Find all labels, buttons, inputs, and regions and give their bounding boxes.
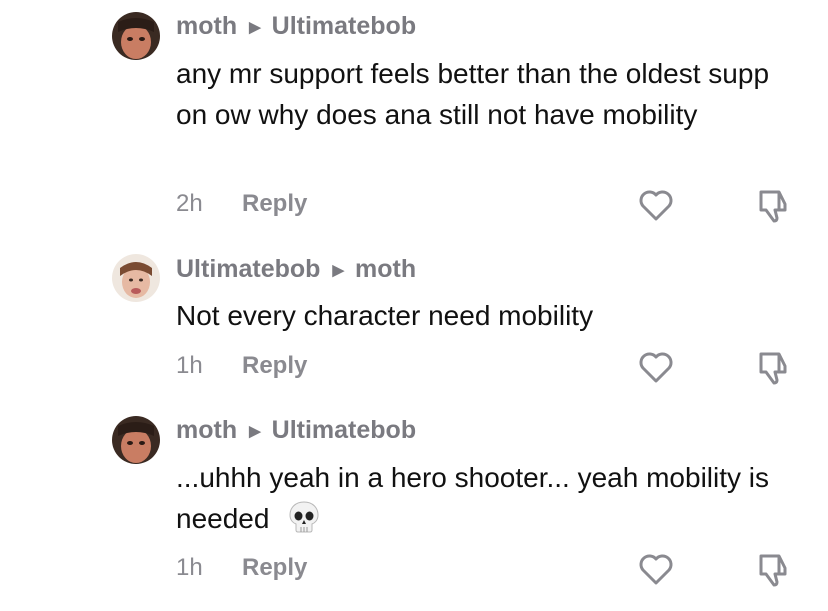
triangle-right-icon: ▶ [249, 18, 261, 36]
comment-time: 2h [176, 190, 203, 217]
avatar-image [112, 416, 160, 464]
avatar[interactable] [112, 12, 160, 60]
reply-to-name[interactable]: Ultimatebob [272, 416, 416, 445]
comment-time: 1h [176, 352, 203, 379]
avatar-image [112, 254, 160, 302]
comment-time: 1h [176, 554, 203, 581]
author-name[interactable]: Ultimatebob [176, 255, 320, 284]
reply-to-name[interactable]: moth [355, 255, 416, 284]
avatar-image [112, 12, 160, 60]
author-name[interactable]: moth [176, 12, 237, 41]
skull-emoji-icon [289, 501, 319, 533]
reply-to-name[interactable]: Ultimatebob [272, 12, 416, 41]
comment-meta: 2h Reply [176, 190, 307, 218]
comment-meta: 1h Reply [176, 352, 307, 380]
reply-button[interactable]: Reply [242, 352, 307, 380]
comment-text: ...uhhh yeah in a hero shooter... yeah m… [176, 462, 770, 534]
heart-outline-icon[interactable] [638, 188, 674, 222]
reply-button[interactable]: Reply [242, 554, 307, 582]
comment-header: Ultimatebob ▶ moth [176, 255, 416, 284]
heart-outline-icon[interactable] [638, 350, 674, 384]
comment-text: Not every character need mobility [176, 300, 594, 331]
comment-text-container: ...uhhh yeah in a hero shooter... yeah m… [176, 457, 796, 539]
triangle-right-icon: ▶ [249, 422, 261, 440]
thumbs-down-outline-icon[interactable] [754, 550, 792, 588]
avatar[interactable] [112, 254, 160, 302]
thumbs-down-outline-icon[interactable] [754, 348, 792, 386]
author-name[interactable]: moth [176, 416, 237, 445]
heart-outline-icon[interactable] [638, 552, 674, 586]
avatar[interactable] [112, 416, 160, 464]
reply-button[interactable]: Reply [242, 190, 307, 218]
comment-header: moth ▶ Ultimatebob [176, 12, 416, 41]
triangle-right-icon: ▶ [332, 261, 344, 279]
comment-text: any mr support feels better than the old… [176, 58, 770, 130]
comment-header: moth ▶ Ultimatebob [176, 416, 416, 445]
thumbs-down-outline-icon[interactable] [754, 186, 792, 224]
comment-meta: 1h Reply [176, 554, 307, 582]
